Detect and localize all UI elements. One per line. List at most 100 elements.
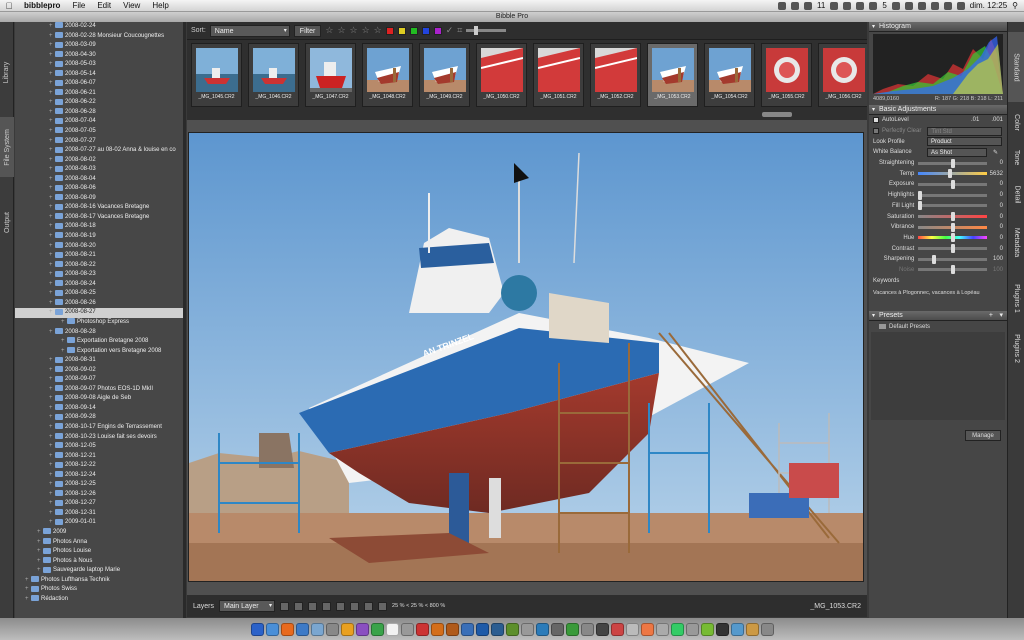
tree-item[interactable]: +2008-10-23 Louise fait ses devoirs <box>15 432 183 443</box>
dock-app-icon[interactable] <box>250 622 264 636</box>
slider-value[interactable]: 0 <box>987 181 1003 187</box>
star-5-icon[interactable]: ☆ <box>374 25 382 36</box>
tab-color[interactable]: Color <box>1008 104 1024 140</box>
add-layer-icon[interactable] <box>280 601 290 611</box>
dock-app-icon[interactable] <box>595 622 609 636</box>
star-2-icon[interactable]: ☆ <box>337 25 345 36</box>
tree-item[interactable]: +2008-08-20 <box>15 242 183 252</box>
tree-item[interactable]: +2008-08-21 <box>15 251 183 261</box>
close-box-icon[interactable] <box>843 1 852 10</box>
dock-app-icon[interactable] <box>505 622 519 636</box>
wifi-icon[interactable] <box>930 1 939 10</box>
dock-app-icon[interactable] <box>445 622 459 636</box>
slider-track[interactable] <box>918 254 988 264</box>
tree-item[interactable]: +2008-06-07 <box>15 79 183 89</box>
tree-item[interactable]: +2008-09-07 Photos EOS-1D MkII <box>15 385 183 395</box>
tree-item[interactable]: +2008-08-19 <box>15 232 183 242</box>
tree-item[interactable]: +2009 <box>15 528 183 538</box>
dock-app-icon[interactable] <box>490 622 504 636</box>
autolevel-value-2[interactable]: .001 <box>991 117 1003 123</box>
tree-item[interactable]: +2009-01-01 <box>15 518 183 528</box>
menu-edit[interactable]: Edit <box>91 1 117 10</box>
tab-output[interactable]: Output <box>0 192 14 252</box>
volume-icon[interactable] <box>956 1 965 10</box>
tree-item[interactable]: +2008-08-17 Vacances Bretagne <box>15 213 183 223</box>
tree-item[interactable]: +2008-08-18 <box>15 222 183 232</box>
dock-app-icon[interactable] <box>520 622 534 636</box>
dock-app-icon[interactable] <box>310 622 324 636</box>
redeye-tool-icon[interactable] <box>350 601 360 611</box>
slider-value[interactable]: 0 <box>987 224 1003 230</box>
perfectly-clear-checkbox[interactable] <box>873 128 879 135</box>
basic-adjustments-header[interactable]: Basic Adjustments <box>869 105 1007 115</box>
preset-item[interactable]: Default Presets <box>869 321 1007 332</box>
tree-item[interactable]: +2008-09-14 <box>15 404 183 414</box>
tab-standard[interactable]: Standard <box>1008 32 1024 102</box>
tree-item[interactable]: +2008-06-22 <box>15 98 183 108</box>
check-icon[interactable]: ✓ <box>446 25 454 36</box>
star-3-icon[interactable]: ☆ <box>350 25 358 36</box>
slider-value[interactable]: 100 <box>987 256 1003 262</box>
label-green[interactable] <box>409 26 418 35</box>
tree-item[interactable]: +2008-12-05 <box>15 442 183 452</box>
slider-knob[interactable] <box>951 179 956 189</box>
bluetooth-icon[interactable] <box>917 1 926 10</box>
timemachine-icon[interactable] <box>891 1 900 10</box>
scroll-knob[interactable] <box>762 112 792 117</box>
slider-knob[interactable] <box>918 201 923 211</box>
eyedropper-icon[interactable]: ✎ <box>993 149 998 156</box>
dock-app-icon[interactable] <box>760 622 774 636</box>
tree-item[interactable]: +2008-10-17 Engins de Terrassement <box>15 423 183 433</box>
tree-item[interactable]: +2008-08-09 <box>15 194 183 204</box>
menu-app[interactable]: bibblepro <box>18 1 66 10</box>
slider-track[interactable] <box>918 201 988 211</box>
dock-app-icon[interactable] <box>535 622 549 636</box>
tab-plugins-2[interactable]: Plugins 2 <box>1008 328 1024 368</box>
tree-item[interactable]: +2008-08-26 <box>15 299 183 309</box>
presets-header[interactable]: Presets+▾ <box>869 311 1007 322</box>
thumbnail[interactable]: _MG_1045.CR2 <box>191 43 242 107</box>
tree-item[interactable]: +2008-05-03 <box>15 60 183 70</box>
folder-tree[interactable]: +2008-02-24 +2008-02-28 Monsieur Coucougn… <box>15 22 183 618</box>
tree-item[interactable]: +2008-08-22 <box>15 261 183 271</box>
autolevel-checkbox[interactable] <box>873 117 879 124</box>
apple-icon[interactable]:  <box>0 1 18 11</box>
tree-scrollbar[interactable] <box>183 22 186 618</box>
slider-knob[interactable] <box>918 190 923 200</box>
thumbnail[interactable]: _MG_1050.CR2 <box>476 43 527 107</box>
tree-item[interactable]: +2008-12-22 <box>15 461 183 471</box>
autolevel-value-1[interactable]: .01 <box>971 117 991 123</box>
histogram-header[interactable]: Histogram <box>869 22 1007 32</box>
tree-item[interactable]: +2008-06-21 <box>15 89 183 99</box>
clock[interactable]: dim. 12:25 <box>970 1 1007 10</box>
tree-item[interactable]: +2008-08-23 <box>15 270 183 280</box>
dock-app-icon[interactable] <box>550 622 564 636</box>
tree-item[interactable]: +2008-12-21 <box>15 452 183 462</box>
flag-icon[interactable] <box>943 1 952 10</box>
slider-value[interactable]: 0 <box>987 203 1003 209</box>
lock-icon[interactable] <box>378 601 388 611</box>
slider-value[interactable]: 5632 <box>987 171 1003 177</box>
slider-value[interactable]: 0 <box>987 160 1003 166</box>
tree-item[interactable]: +2008-09-08 Aigle de Seb <box>15 394 183 404</box>
tab-plugins-1[interactable]: Plugins 1 <box>1008 270 1024 326</box>
star-1-icon[interactable]: ☆ <box>325 25 333 36</box>
dock-app-icon[interactable] <box>685 622 699 636</box>
dock-app-icon[interactable] <box>730 622 744 636</box>
crop-tool-icon[interactable] <box>336 601 346 611</box>
headphones-icon[interactable] <box>904 1 913 10</box>
dock-app-icon[interactable] <box>385 622 399 636</box>
tree-item[interactable]: +2008-07-04 <box>15 117 183 127</box>
tree-item[interactable]: +2008-08-24 <box>15 280 183 290</box>
tree-item[interactable]: + Photos Louise <box>15 547 183 557</box>
dock-app-icon[interactable] <box>400 622 414 636</box>
preset-options-icon[interactable]: ▾ <box>999 311 1003 321</box>
tree-item[interactable]: +2008-08-28 <box>15 327 183 338</box>
slider-track[interactable] <box>918 233 988 243</box>
tree-item[interactable]: +2008-08-16 Vacances Bretagne <box>15 203 183 213</box>
dock-app-icon[interactable] <box>355 622 369 636</box>
dock-app-icon[interactable] <box>715 622 729 636</box>
tree-item[interactable]: +2008-12-25 <box>15 480 183 490</box>
tree-item[interactable]: +2008-12-27 <box>15 499 183 509</box>
slider-value[interactable]: 0 <box>987 246 1003 252</box>
